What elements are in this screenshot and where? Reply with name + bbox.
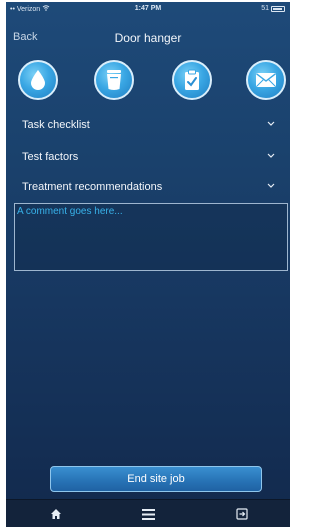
- tab-bar: [6, 499, 290, 527]
- section-task-checklist[interactable]: Task checklist: [6, 111, 290, 139]
- app-screen: •• Verizon 1:47 PM 51 Back Door hanger T…: [6, 2, 290, 527]
- chevron-down-icon: [267, 183, 275, 188]
- section-treatment-recommendations[interactable]: Treatment recommendations: [6, 173, 290, 201]
- action-icon-row: [6, 60, 290, 104]
- bucket-icon: [107, 70, 121, 90]
- status-time: 1:47 PM: [134, 5, 162, 12]
- battery-percent: 51: [261, 5, 269, 12]
- end-site-job-button[interactable]: End site job: [50, 466, 262, 492]
- home-icon: [51, 509, 61, 519]
- status-bar: •• Verizon 1:47 PM 51: [6, 2, 290, 18]
- section-label: Test factors: [22, 151, 79, 163]
- clipboard-check-icon: [185, 69, 199, 90]
- section-label: Task checklist: [22, 119, 90, 131]
- section-label: Treatment recommendations: [22, 181, 163, 193]
- water-drop-button[interactable]: [18, 60, 58, 100]
- bucket-button[interactable]: [94, 60, 134, 100]
- menu-icon: [141, 508, 155, 520]
- tab-home[interactable]: [26, 500, 86, 527]
- chevron-down-icon: [267, 121, 275, 126]
- logout-icon: [236, 508, 248, 520]
- comment-placeholder: A comment goes here...: [17, 206, 123, 217]
- battery-icon: [271, 5, 285, 12]
- battery-indicator: 51: [261, 5, 285, 12]
- chevron-down-icon: [267, 153, 275, 158]
- envelope-button[interactable]: [246, 60, 286, 100]
- nav-bar: Back Door hanger: [6, 18, 290, 54]
- section-test-factors[interactable]: Test factors: [6, 143, 290, 171]
- clipboard-check-button[interactable]: [172, 60, 212, 100]
- envelope-icon: [256, 73, 276, 87]
- comment-input[interactable]: A comment goes here...: [14, 203, 288, 271]
- tab-logout[interactable]: [212, 500, 272, 527]
- water-drop-icon: [31, 70, 45, 90]
- page-title: Door hanger: [114, 31, 182, 45]
- tab-menu[interactable]: [118, 500, 178, 527]
